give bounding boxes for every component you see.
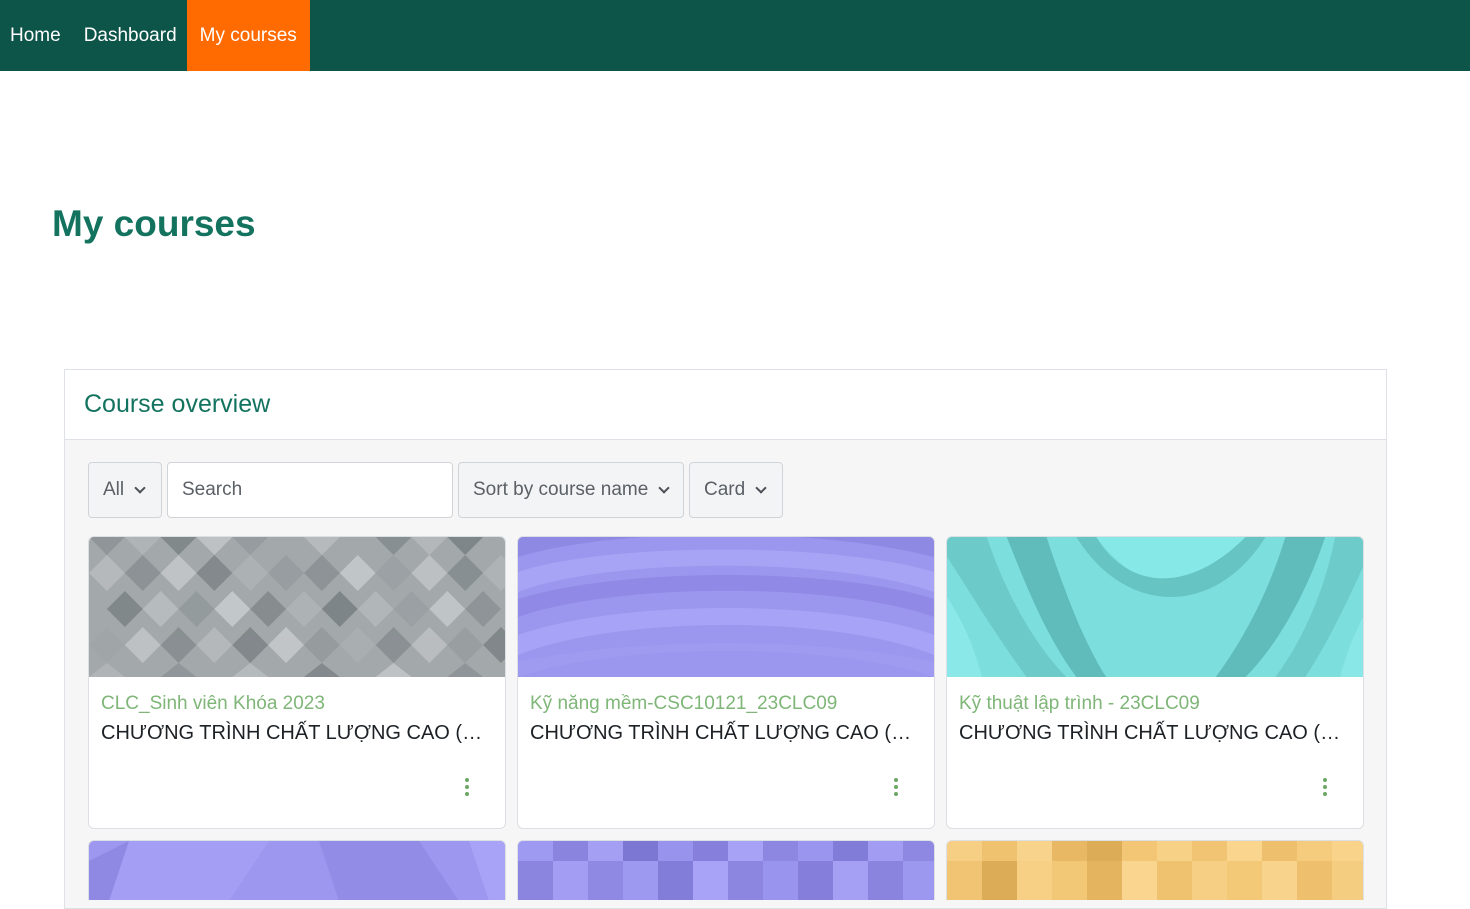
course-category[interactable]: Kỹ năng mềm-CSC10121_23CLC09 bbox=[530, 692, 922, 716]
chevron-down-icon bbox=[134, 482, 146, 494]
card-body: Kỹ thuật lập trình - 23CLC09 CHƯƠNG TRÌN… bbox=[947, 677, 1363, 828]
course-image[interactable] bbox=[518, 841, 935, 900]
card-body: CLC_Sinh viên Khóa 2023 CHƯƠNG TRÌNH CHẤ… bbox=[89, 677, 505, 828]
chevron-down-icon bbox=[658, 482, 670, 494]
nav-dashboard[interactable]: Dashboard bbox=[74, 0, 187, 71]
course-category[interactable]: CLC_Sinh viên Khóa 2023 bbox=[101, 692, 493, 716]
nav-home[interactable]: Home bbox=[0, 0, 74, 71]
view-dropdown[interactable]: Card bbox=[689, 462, 783, 518]
card-body: Kỹ năng mềm-CSC10121_23CLC09 CHƯƠNG TRÌN… bbox=[518, 677, 934, 828]
sort-label: Sort by course name bbox=[473, 479, 649, 500]
course-actions-menu-icon[interactable] bbox=[1317, 776, 1333, 798]
course-image[interactable] bbox=[89, 537, 505, 677]
view-label: Card bbox=[704, 479, 746, 500]
course-card[interactable] bbox=[88, 840, 506, 900]
course-name[interactable]: CHƯƠNG TRÌNH CHẤT LƯỢNG CAO (CLC) - KỸ N… bbox=[530, 718, 922, 748]
block-header: Course overview bbox=[65, 370, 1386, 440]
chevron-down-icon bbox=[755, 482, 767, 494]
sort-dropdown[interactable]: Sort by course name bbox=[458, 462, 684, 518]
filter-dropdown[interactable]: All bbox=[88, 462, 162, 518]
course-card[interactable] bbox=[946, 840, 1364, 900]
course-image[interactable] bbox=[89, 841, 506, 900]
course-controls: All Sort by course name Card bbox=[88, 462, 783, 518]
course-name[interactable]: CHƯƠNG TRÌNH CHẤT LƯỢNG CAO (CLC) - KHÓA… bbox=[101, 718, 493, 748]
course-card[interactable]: Kỹ năng mềm-CSC10121_23CLC09 CHƯƠNG TRÌN… bbox=[517, 536, 935, 829]
nav-my-courses[interactable]: My courses bbox=[186, 0, 310, 71]
course-category[interactable]: Kỹ thuật lập trình - 23CLC09 bbox=[959, 692, 1351, 716]
course-image[interactable] bbox=[947, 841, 1364, 900]
course-card[interactable]: Kỹ thuật lập trình - 23CLC09 CHƯƠNG TRÌN… bbox=[946, 536, 1364, 829]
search-input[interactable] bbox=[182, 479, 438, 501]
search-field[interactable] bbox=[167, 462, 453, 518]
block-title: Course overview bbox=[84, 390, 271, 418]
course-card[interactable]: CLC_Sinh viên Khóa 2023 CHƯƠNG TRÌNH CHẤ… bbox=[88, 536, 506, 829]
course-actions-menu-icon[interactable] bbox=[459, 776, 475, 798]
course-name[interactable]: CHƯƠNG TRÌNH CHẤT LƯỢNG CAO (CLC) - KỸ T… bbox=[959, 718, 1351, 748]
course-actions-menu-icon[interactable] bbox=[888, 776, 904, 798]
course-image[interactable] bbox=[947, 537, 1363, 677]
course-card[interactable] bbox=[517, 840, 935, 900]
page-title: My courses bbox=[52, 203, 256, 244]
filter-label: All bbox=[103, 479, 125, 500]
course-image[interactable] bbox=[518, 537, 934, 677]
top-navigation: Home Dashboard My courses bbox=[0, 0, 1470, 71]
